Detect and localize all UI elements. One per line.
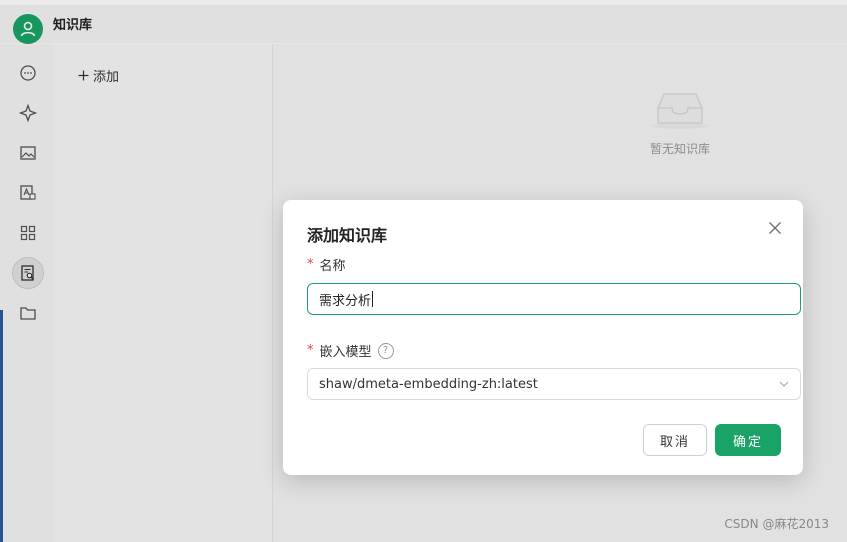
cancel-button[interactable]: 取消 [643, 424, 707, 456]
name-input-value: 需求分析 [319, 293, 372, 309]
name-label: * 名称 [307, 255, 346, 274]
model-label-text: 嵌入模型 [319, 345, 372, 360]
name-label-text: 名称 [319, 259, 346, 274]
text-caret [372, 291, 374, 307]
embedding-model-select[interactable]: shaw/dmeta-embedding-zh:latest [307, 368, 801, 400]
dialog-title: 添加知识库 [307, 226, 388, 245]
add-knowledge-dialog: 添加知识库 * 名称 需求分析 * 嵌入模型 ? shaw/dmeta-embe… [283, 200, 803, 475]
chevron-down-icon [779, 381, 789, 387]
confirm-button[interactable]: 确定 [715, 424, 781, 456]
required-mark: * [307, 257, 314, 272]
embedding-model-value: shaw/dmeta-embedding-zh:latest [319, 376, 538, 392]
watermark: CSDN @麻花2013 [724, 517, 829, 531]
help-icon[interactable]: ? [377, 342, 394, 359]
model-label: * 嵌入模型 ? [307, 341, 394, 360]
required-mark: * [307, 343, 314, 358]
close-icon [768, 221, 782, 235]
name-input[interactable]: 需求分析 [307, 283, 801, 315]
close-button[interactable] [767, 220, 783, 236]
